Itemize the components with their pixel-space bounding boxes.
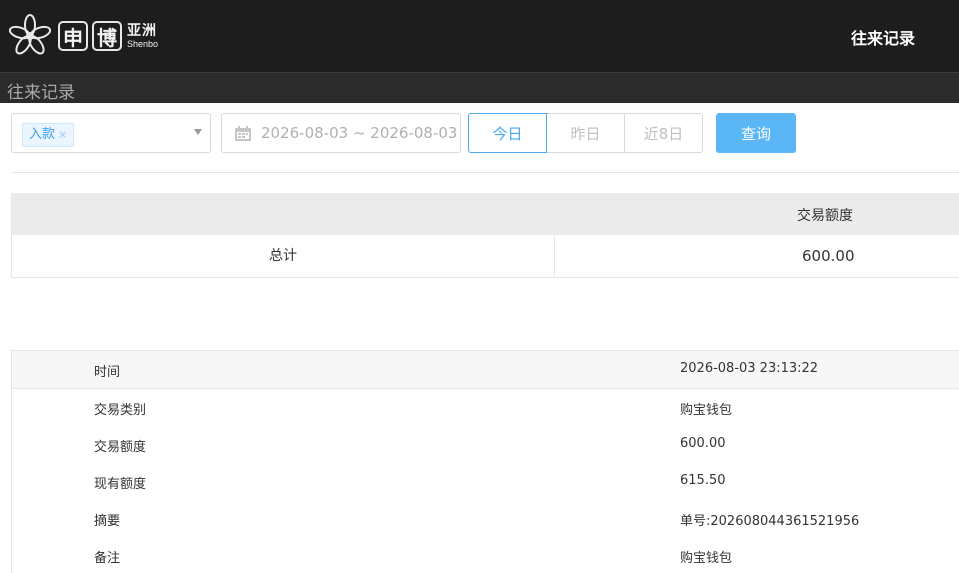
- record-value: 600.00: [680, 436, 726, 451]
- record-value: 2026-08-03 23:13:22: [680, 361, 819, 376]
- logo-box-bo: 博: [92, 21, 122, 51]
- logo-box-shen: 申: [58, 21, 88, 51]
- record-label: 交易类别: [94, 403, 147, 418]
- date-range-picker[interactable]: 2026-08-03 ~ 2026-08-03: [221, 113, 461, 153]
- type-tag-label: 入款: [29, 127, 56, 142]
- total-label: 总计: [12, 235, 555, 277]
- record-detail: 时间 2026-08-03 23:13:22 交易类别 购宝钱包 交易额度 60…: [11, 350, 959, 573]
- summary-total-row: 总计 600.00: [12, 235, 959, 278]
- divider: [11, 172, 959, 173]
- record-label: 备注: [94, 551, 121, 566]
- type-tag: 入款 ×: [22, 123, 75, 147]
- record-label: 交易额度: [94, 440, 147, 455]
- calendar-icon: [235, 126, 251, 141]
- top-bar: 申 博 亚洲 Shenbo 往来记录: [0, 0, 959, 72]
- quick-range-group: 今日 昨日 近8日: [468, 113, 703, 153]
- last-8-days-button[interactable]: 近8日: [624, 113, 703, 153]
- record-row: 现有额度 615.50: [12, 463, 959, 500]
- total-value: 600.00: [802, 247, 855, 265]
- page-title: 往来记录: [7, 83, 75, 103]
- header-title: 往来记录: [850, 29, 915, 48]
- record-value: 615.50: [680, 473, 726, 488]
- record-row: 时间 2026-08-03 23:13:22: [12, 351, 959, 389]
- logo-en-text: Shenbo: [127, 38, 159, 49]
- summary-header: 交易额度: [12, 193, 959, 235]
- record-row: 交易类别 购宝钱包: [12, 389, 959, 426]
- query-button[interactable]: 查询: [716, 113, 796, 153]
- yesterday-button[interactable]: 昨日: [546, 113, 625, 153]
- record-value: 单号:202608044361521956: [680, 514, 860, 529]
- flower-logo-icon: [8, 14, 52, 55]
- date-range-value: 2026-08-03 ~ 2026-08-03: [261, 124, 458, 142]
- record-row: 交易额度 600.00: [12, 426, 959, 463]
- record-row: 备注 购宝钱包: [12, 537, 959, 573]
- today-button[interactable]: 今日: [468, 113, 547, 153]
- record-label: 现有额度: [94, 477, 147, 492]
- record-label: 摘要: [94, 514, 121, 529]
- transaction-type-select[interactable]: 入款 ×: [11, 113, 211, 153]
- chevron-down-icon[interactable]: [194, 129, 202, 135]
- sub-header: 往来记录: [0, 72, 959, 103]
- record-label: 时间: [94, 365, 121, 380]
- summary-amount-header: 交易额度: [797, 208, 853, 224]
- record-value: 购宝钱包: [680, 551, 733, 566]
- record-row: 摘要 单号:202608044361521956: [12, 500, 959, 537]
- record-value: 购宝钱包: [680, 403, 733, 418]
- logo-text: 亚洲 Shenbo: [127, 24, 158, 49]
- logo-cn-text: 亚洲: [127, 22, 157, 39]
- close-icon[interactable]: ×: [58, 128, 67, 141]
- summary-table: 交易额度 总计 600.00: [11, 193, 959, 278]
- logo[interactable]: 申 博 亚洲 Shenbo: [6, 11, 158, 61]
